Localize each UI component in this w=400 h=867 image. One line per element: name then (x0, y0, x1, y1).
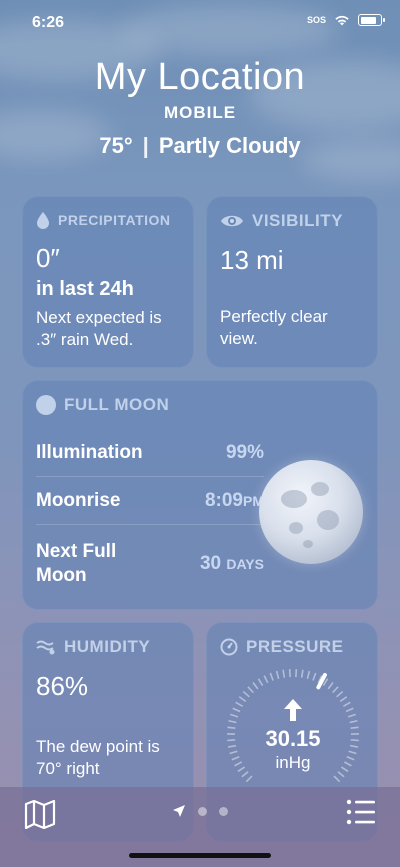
pressure-title: PRESSURE (220, 637, 364, 657)
humidity-title: HUMIDITY (36, 637, 180, 657)
moon-card[interactable]: FULL MOON Illumination 99% Moonrise 8:09… (22, 380, 378, 610)
status-time: 6:26 (32, 14, 65, 31)
moon-details: Illumination 99% Moonrise 8:09PM Next Fu… (36, 429, 264, 603)
precipitation-note: Next expected is .3″ rain Wed. (36, 308, 162, 349)
location-name: My Location (94, 56, 306, 98)
map-icon[interactable] (24, 799, 56, 829)
humidity-title-text: HUMIDITY (64, 637, 151, 656)
precipitation-period: in last 24h (36, 278, 134, 300)
page-dot (219, 806, 228, 816)
home-indicator (129, 853, 271, 858)
page-dot (198, 806, 207, 816)
pressure-gauge: 30.15 inHg (226, 669, 360, 801)
visibility-title: VISIBILITY (220, 211, 364, 231)
humidity-icon (36, 640, 55, 655)
moon-row-value: 8:09PM (204, 489, 264, 511)
current-temperature: 75° (99, 133, 133, 158)
moon-row-label: Illumination (36, 441, 143, 463)
visibility-note: Perfectly clear view. (220, 307, 328, 348)
location-header: My Location MOBILE 75° | Partly Cloudy (0, 56, 400, 159)
condition-text: Partly Cloudy (158, 133, 301, 158)
moon-row-illumination: Illumination 99% (36, 429, 264, 477)
status-bar: 6:26 SOS (0, 0, 400, 48)
arrow-up-icon (284, 699, 302, 721)
pressure-title-text: PRESSURE (246, 637, 344, 656)
pressure-unit: inHg (275, 753, 311, 772)
separator: | (142, 133, 149, 158)
visibility-title-text: VISIBILITY (252, 211, 343, 230)
moon-phase-icon (36, 395, 56, 415)
page-indicator[interactable] (172, 804, 228, 818)
moon-row-moonrise: Moonrise 8:09PM (36, 477, 264, 525)
moon-title-text: FULL MOON (64, 395, 170, 414)
precipitation-title-text: PRECIPITATION (58, 212, 171, 228)
precipitation-value: 0″ (36, 243, 60, 273)
moon-row-label: Next Full Moon (36, 541, 117, 586)
moon-row-value: 30 DAYS (199, 553, 264, 574)
gauge-icon (220, 638, 238, 656)
precipitation-card[interactable]: PRECIPITATION 0″ in last 24h Next expect… (22, 196, 194, 368)
list-icon[interactable] (346, 799, 376, 825)
location-subtitle: MOBILE (163, 103, 237, 122)
eye-icon (221, 215, 243, 227)
full-moon-image (259, 460, 363, 564)
visibility-value: 13 mi (220, 245, 284, 275)
precipitation-title: PRECIPITATION (36, 211, 180, 229)
visibility-card[interactable]: VISIBILITY 13 mi Perfectly clear view. (206, 196, 378, 368)
location-arrow-icon (173, 805, 185, 817)
moon-row-label: Moonrise (36, 489, 121, 511)
moon-title: FULL MOON (36, 395, 364, 415)
humidity-note: The dew point is 70° right (36, 737, 160, 778)
battery-icon (358, 14, 385, 26)
moon-row-next-full: Next Full Moon 30 DAYS (36, 525, 264, 603)
sos-indicator: SOS (306, 15, 326, 25)
raindrop-icon (37, 212, 49, 229)
pressure-value: 30.15 (265, 726, 321, 751)
moon-row-value: 99% (225, 441, 264, 463)
wifi-icon (335, 15, 349, 26)
current-conditions: 75° | Partly Cloudy (0, 133, 400, 159)
humidity-value: 86% (36, 671, 89, 701)
